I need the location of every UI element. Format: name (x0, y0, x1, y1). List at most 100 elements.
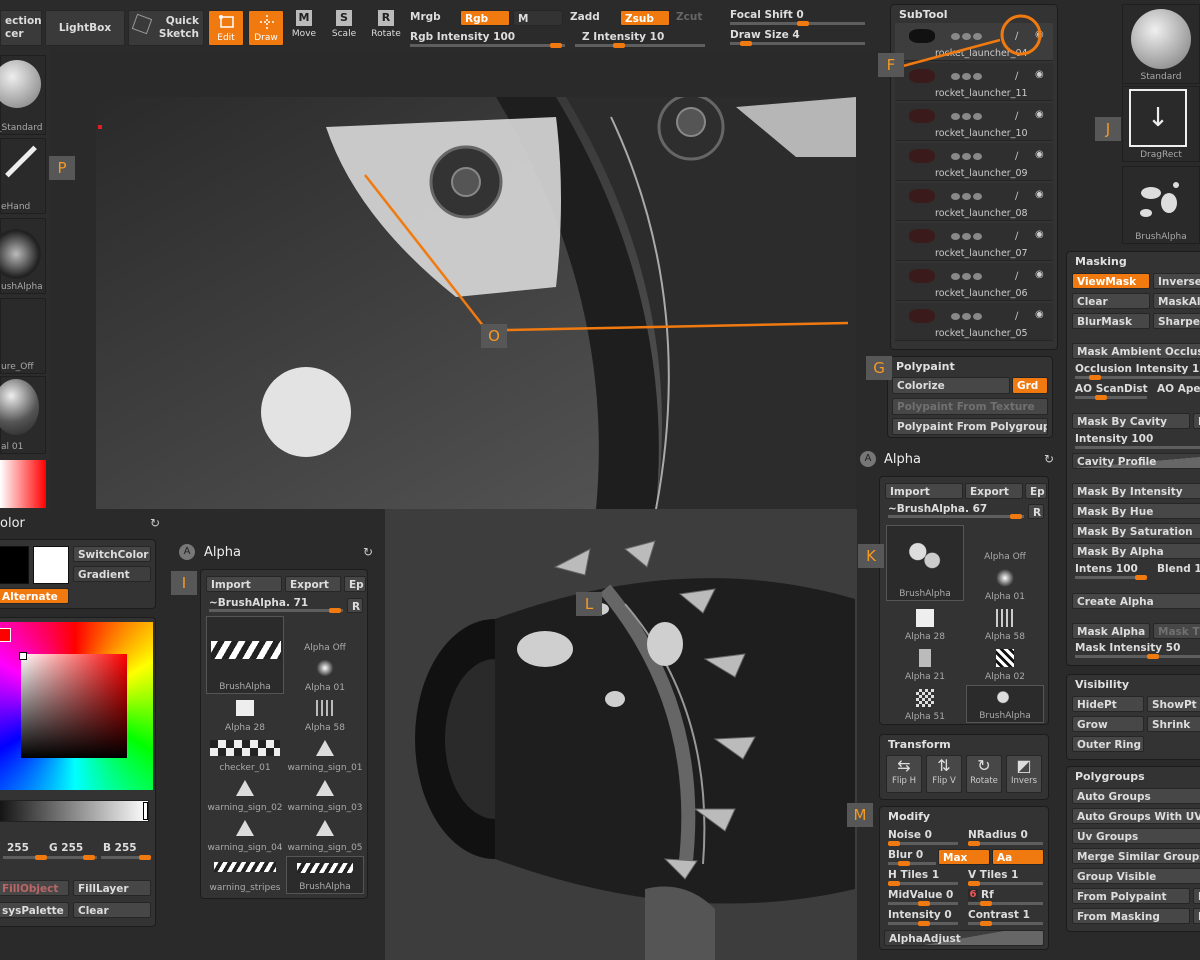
scale-tool[interactable]: S Scale (328, 10, 360, 39)
rf-slider[interactable] (968, 901, 1043, 906)
cavity-intensity-slider[interactable] (1075, 446, 1200, 449)
blur-slider[interactable] (888, 861, 936, 866)
subtool-toggle-icon[interactable] (973, 153, 982, 160)
contrast-slider[interactable] (968, 921, 1043, 926)
subtool-item[interactable]: ∕ ◉ rocket_launcher_09 (895, 143, 1053, 181)
subtool-toggle-icon[interactable] (962, 313, 971, 320)
subtool-toggle-icon[interactable] (951, 233, 960, 240)
subtool-item[interactable]: ∕ ◉ rocket_launcher_06 (895, 263, 1053, 301)
right-standard-thumb[interactable]: Standard (1122, 4, 1200, 84)
color-hue-marker[interactable] (0, 628, 11, 642)
polygroups-item-button[interactable]: Merge Similar Groups (1072, 848, 1200, 864)
move-tool[interactable]: M Move (288, 10, 320, 39)
transform-rotate-button[interactable]: ↻ Rotate (966, 755, 1002, 793)
alpha-thumb[interactable]: BrushAlpha (886, 525, 964, 601)
polygroups-item-button[interactable]: Group Visible (1072, 868, 1200, 884)
alpha-right-r-button[interactable]: R (1028, 504, 1044, 519)
viewport-upper[interactable] (96, 97, 856, 509)
subtool-toggle-icon[interactable] (962, 233, 971, 240)
alpha-thumb[interactable]: Alpha Off (966, 525, 1044, 563)
subtool-item[interactable]: ∕ ◉ rocket_launcher_11 (895, 63, 1053, 101)
grow-button[interactable]: Grow (1072, 716, 1144, 732)
alpha-left-r-button[interactable]: R (347, 598, 363, 613)
mask-intensity-slider[interactable] (1075, 654, 1200, 659)
standard-brush-thumb[interactable]: _Standard (0, 55, 46, 135)
subtool-visibility-icon[interactable]: ◉ (1035, 189, 1044, 200)
cavity-profile-curve[interactable]: Cavity Profile (1072, 453, 1200, 469)
main-color-swatch[interactable] (0, 546, 29, 584)
edit-button[interactable]: Edit (208, 10, 244, 46)
grd-toggle[interactable]: Grd (1012, 377, 1048, 394)
subtool-item[interactable]: ∕ ◉ rocket_launcher_08 (895, 183, 1053, 221)
draw-size-slider[interactable] (730, 41, 865, 46)
viewport-lower[interactable] (385, 509, 857, 960)
subtool-toggle-icon[interactable] (951, 153, 960, 160)
alpha-left-ep-button[interactable]: Ep (344, 576, 366, 592)
switchcolor-button[interactable]: SwitchColor (73, 546, 151, 562)
subtool-visibility-icon[interactable]: ◉ (1035, 29, 1044, 40)
subtool-brush-icon[interactable]: ∕ (1015, 31, 1018, 42)
subtool-brush-icon[interactable]: ∕ (1015, 71, 1018, 82)
selection-button[interactable]: ection cer (0, 10, 42, 46)
subtool-toggle-icon[interactable] (973, 193, 982, 200)
draw-button[interactable]: Draw (248, 10, 284, 46)
subtool-item[interactable]: ∕ ◉ rocket_launcher_10 (895, 103, 1053, 141)
alpha-left-import-button[interactable]: Import (206, 576, 282, 592)
clear-color-button[interactable]: Clear (73, 902, 151, 918)
mask-by-intensity-button[interactable]: Mask By Intensity (1072, 483, 1200, 499)
transform-flip-v-button[interactable]: ⇅ Flip V (926, 755, 962, 793)
mrgb-toggle[interactable]: Mrgb (410, 11, 441, 24)
mask-ambient-occlusion-button[interactable]: Mask Ambient Occlus (1072, 343, 1200, 359)
polygroups-item-button[interactable]: Uv Groups (1072, 828, 1200, 844)
subtool-toggle-icon[interactable] (951, 33, 960, 40)
alpha-thumb[interactable]: Alpha Off (286, 616, 364, 654)
subtool-toggle-icon[interactable] (962, 193, 971, 200)
alpha-thumb[interactable]: Alpha 28 (206, 696, 284, 734)
subtool-item[interactable]: ∕ ◉ rocket_launcher_05 (895, 303, 1053, 341)
secondary-color-swatch[interactable] (33, 546, 69, 584)
alpha-thumb[interactable]: Alpha 51 (886, 685, 964, 723)
occlusion-intensity-slider[interactable] (1075, 375, 1200, 380)
mask-by-alpha-button[interactable]: Mask By Alpha (1072, 543, 1200, 559)
dragrect-thumb[interactable]: ↓ DragRect (1122, 86, 1200, 162)
transform-flip-h-button[interactable]: ⇆ Flip H (886, 755, 922, 793)
subtool-toggle-icon[interactable] (962, 33, 971, 40)
m-toggle[interactable]: M (513, 10, 563, 26)
subtool-brush-icon[interactable]: ∕ (1015, 191, 1018, 202)
alpha-right-slider[interactable] (888, 514, 1024, 519)
red-slider[interactable] (3, 855, 49, 860)
fillobject-button[interactable]: FillObject (0, 880, 69, 896)
polygroups-item-button[interactable]: Auto Groups (1072, 788, 1200, 804)
alpha-thumb[interactable]: warning_sign_05 (286, 816, 364, 854)
subtool-brush-icon[interactable]: ∕ (1015, 231, 1018, 242)
alpha-left-reset-icon[interactable]: ↻ (363, 545, 373, 559)
zadd-toggle[interactable]: Zadd (570, 11, 600, 24)
gradient-button[interactable]: Gradient (73, 566, 151, 582)
alpha-thumb[interactable]: warning_sign_04 (206, 816, 284, 854)
subtool-toggle-icon[interactable] (962, 273, 971, 280)
color-swatch-mini[interactable] (0, 460, 46, 508)
rotate-tool[interactable]: R Rotate (368, 10, 404, 39)
nradius-slider[interactable] (968, 841, 1043, 846)
alpha-thumb[interactable]: warning_sign_03 (286, 776, 364, 814)
alpha-thumb[interactable]: Alpha 02 (966, 645, 1044, 683)
clear-mask-button[interactable]: Clear (1072, 293, 1150, 309)
alpha-thumb[interactable]: Alpha 58 (966, 605, 1044, 643)
mask-by-saturation-button[interactable]: Mask By Saturation (1072, 523, 1200, 539)
vtiles-slider[interactable] (968, 881, 1043, 886)
syspalette-button[interactable]: sysPalette (0, 902, 69, 918)
subtool-brush-icon[interactable]: ∕ (1015, 311, 1018, 322)
alpha-thumb[interactable]: BrushAlpha (286, 856, 364, 894)
subtool-item[interactable]: ∕ ◉ rocket_launcher_04 (895, 23, 1053, 61)
alpha-right-reset-icon[interactable]: ↻ (1044, 452, 1054, 466)
subtool-toggle-icon[interactable] (973, 33, 982, 40)
quick-sketch-button[interactable]: Quick Sketch (128, 10, 204, 46)
alpha-thumb[interactable]: Alpha 58 (286, 696, 364, 734)
alpha-thumb[interactable]: Alpha 21 (886, 645, 964, 683)
material-thumb[interactable]: al 01 (0, 376, 46, 454)
zsub-toggle[interactable]: Zsub (620, 10, 670, 26)
aa-toggle[interactable]: Aa (992, 849, 1044, 865)
subtool-brush-icon[interactable]: ∕ (1015, 271, 1018, 282)
alpha-right-ep-button[interactable]: Ep (1025, 483, 1047, 499)
brush-alpha-thumb[interactable]: ushAlpha (0, 218, 46, 294)
